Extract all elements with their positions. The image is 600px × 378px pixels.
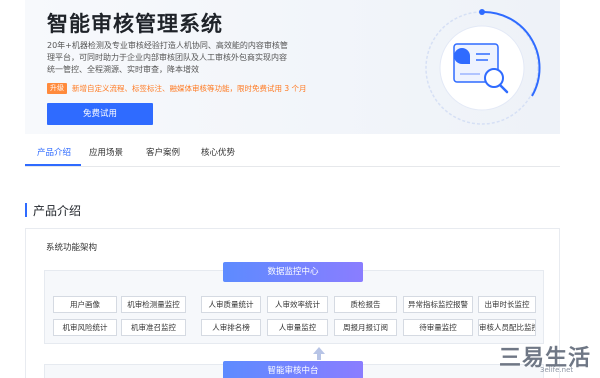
arch-cell: 人审质量统计: [201, 296, 261, 313]
section-title: 产品介绍: [33, 204, 82, 218]
hero-desc-line: 20年+机器检测及专业审核经验打造人机协同、高效能的内容审核管: [47, 41, 288, 50]
arch-cell: 周报月报订阅: [334, 319, 397, 336]
data-monitoring-center: 数据监控中心: [223, 262, 363, 282]
hero-desc-line: 理平台，可同时助力于企业内部审核团队及人工审核外包商实现内容: [47, 53, 287, 62]
promo-row: 升级 新增自定义流程、标签标注、融媒体审核等功能，限时免费试用 3 个月: [47, 83, 307, 94]
promo-text: 新增自定义流程、标签标注、融媒体审核等功能，限时免费试用 3 个月: [72, 84, 307, 93]
promo-badge: 升级: [47, 83, 67, 94]
intelligent-audit-platform: 智能审核中台: [223, 361, 363, 378]
arch-cell: 审核人员配比监控: [478, 319, 536, 336]
arch-cell: 人审排名榜: [201, 319, 261, 336]
arch-cell: 人审效率统计: [267, 296, 328, 313]
arch-cell: 机审风险统计: [53, 319, 117, 336]
arrow-stem: [317, 354, 321, 360]
hero-description: 20年+机器检测及专业审核经验打造人机协同、高效能的内容审核管 理平台，可同时助…: [47, 40, 307, 76]
section-accent-bar: [25, 203, 27, 217]
tab-product-intro[interactable]: 产品介绍: [37, 146, 71, 158]
tab-scenarios[interactable]: 应用场景: [89, 146, 123, 158]
free-trial-button[interactable]: 免费试用: [47, 103, 153, 125]
arch-cell: 待审量监控: [403, 319, 473, 336]
arrow-up-icon: [313, 347, 325, 354]
arch-cell: 用户画像: [53, 296, 117, 313]
arch-cell: 出审时长监控: [478, 296, 536, 313]
hero-illustration: [425, 9, 541, 125]
arch-cell: 机审准召监控: [121, 319, 186, 336]
hero-title: 智能审核管理系统: [47, 12, 223, 36]
arch-cell: 机审检测量监控: [121, 296, 186, 313]
arch-cell: 质检报告: [334, 296, 397, 313]
architecture-label: 系统功能架构: [46, 243, 98, 253]
hero-desc-line: 统一管控、全程溯源、实时审查，降本增效: [47, 65, 199, 74]
arch-cell: 异常指标监控报警: [403, 296, 473, 313]
tab-cases[interactable]: 客户案例: [146, 146, 180, 158]
tab-advantages[interactable]: 核心优势: [201, 146, 235, 158]
arch-cell: 人审量监控: [267, 319, 328, 336]
hero-banner: 智能审核管理系统 20年+机器检测及专业审核经验打造人机协同、高效能的内容审核管…: [25, 0, 560, 134]
watermark-url: 3elife.net: [540, 366, 574, 374]
tab-bar: 产品介绍 应用场景 客户案例 核心优势: [25, 137, 560, 167]
active-tab-indicator: [25, 164, 81, 166]
architecture-card: 系统功能架构 数据监控中心 用户画像 机审检测量监控 人审质量统计 人审效率统计…: [25, 228, 560, 378]
